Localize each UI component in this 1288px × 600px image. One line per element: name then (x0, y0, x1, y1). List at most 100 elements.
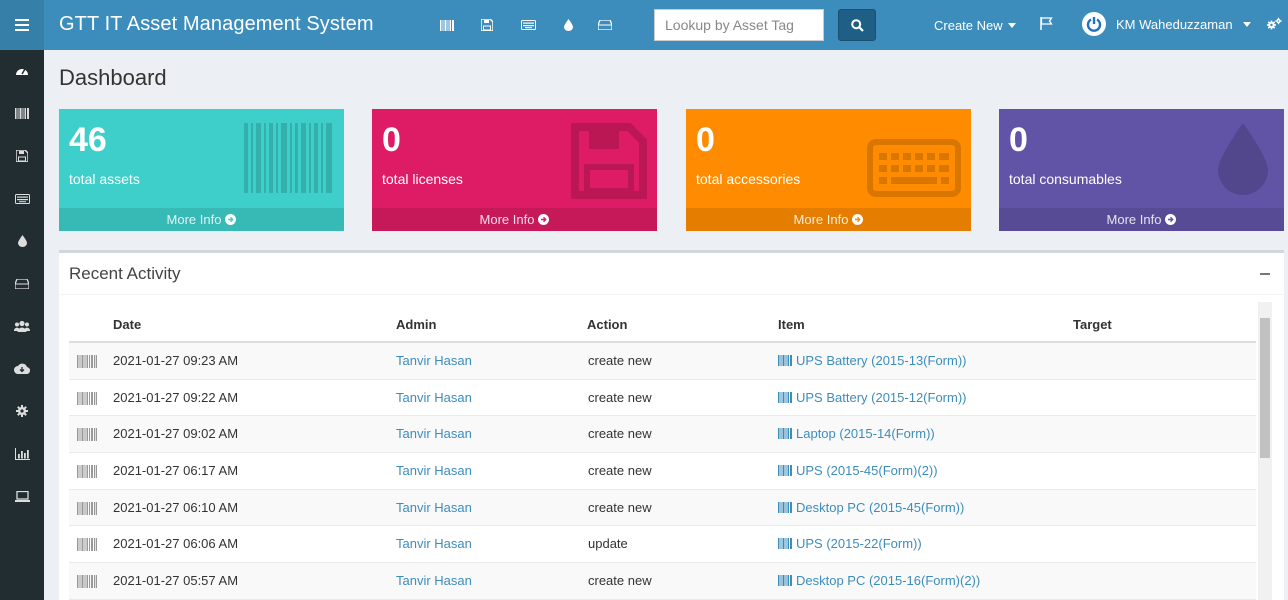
create-new-dropdown[interactable]: Create New (934, 18, 1016, 33)
stat-value: 0 (696, 121, 715, 159)
column-header-action[interactable]: Action (587, 317, 627, 332)
row-item-label: UPS (2015-45(Form)(2)) (796, 463, 938, 479)
sidebar-item-people[interactable] (0, 305, 44, 348)
row-date: 2021-01-27 09:22 AM (113, 389, 239, 405)
licenses-quick-link[interactable] (479, 17, 495, 33)
row-date: 2021-01-27 06:17 AM (113, 463, 239, 479)
stat-value: 0 (1009, 121, 1028, 159)
user-name: KM Waheduzzaman (1116, 16, 1233, 32)
sidebar-item-consumables[interactable] (0, 220, 44, 263)
sidebar-item-import[interactable] (0, 348, 44, 391)
stat-box-consumables: 0 total consumables More Info (999, 109, 1284, 231)
row-admin-link[interactable]: Tanvir Hasan (396, 426, 472, 441)
row-item-label: Desktop PC (2015-45(Form)) (796, 499, 965, 515)
sidebar-item-settings[interactable] (0, 390, 44, 433)
caret-down-icon (1007, 23, 1016, 28)
row-item-link[interactable]: UPS (2015-45(Form)(2)) (778, 463, 938, 478)
sidebar-item-components[interactable] (0, 263, 44, 306)
user-menu[interactable]: KM Waheduzzaman (1082, 12, 1251, 36)
row-admin-link[interactable]: Tanvir Hasan (396, 500, 472, 515)
more-info-link[interactable]: More Info (59, 208, 344, 231)
table-row: 2021-01-27 06:17 AM Tanvir Hasan create ne… (69, 453, 1256, 490)
barcode-icon (77, 501, 97, 515)
accessories-quick-link[interactable] (520, 17, 536, 33)
consumables-quick-link[interactable] (560, 17, 576, 33)
row-action: create new (588, 463, 652, 479)
bar-chart-icon (14, 447, 30, 460)
alerts-button[interactable] (1040, 17, 1053, 35)
assets-quick-link[interactable] (439, 17, 455, 33)
row-item-link[interactable]: UPS Battery (2015-13(Form)) (778, 353, 967, 368)
column-header-target[interactable]: Target (1073, 317, 1112, 332)
barcode-icon (778, 465, 792, 477)
more-info-label: More Info (1106, 212, 1162, 227)
column-header-admin[interactable]: Admin (396, 317, 436, 332)
sidebar-item-assets[interactable] (0, 93, 44, 136)
more-info-link[interactable]: More Info (686, 208, 971, 231)
cloud-download-icon (14, 363, 30, 375)
sidebar-item-requestable[interactable] (0, 475, 44, 518)
column-header-item[interactable]: Item (778, 317, 805, 332)
create-new-label: Create New (934, 18, 1003, 33)
asset-tag-search-input[interactable] (654, 9, 824, 41)
row-date: 2021-01-27 05:57 AM (113, 573, 239, 589)
app-title[interactable]: GTT IT Asset Management System (59, 13, 374, 36)
column-header-date[interactable]: Date (113, 317, 141, 332)
barcode-icon (244, 123, 332, 193)
table-row: 2021-01-27 09:22 AM Tanvir Hasan create ne… (69, 380, 1256, 417)
row-action: update (588, 536, 628, 552)
sidebar-item-licenses[interactable] (0, 135, 44, 178)
more-info-label: More Info (479, 212, 535, 227)
floppy-icon (481, 19, 493, 31)
more-info-label: More Info (166, 212, 222, 227)
tint-icon (563, 19, 573, 31)
scrollbar[interactable] (1258, 302, 1272, 600)
row-item-label: Desktop PC (2015-16(Form)(2)) (796, 573, 981, 589)
hdd-icon (15, 278, 29, 289)
row-admin-link[interactable]: Tanvir Hasan (396, 390, 472, 405)
barcode-icon (77, 391, 97, 405)
barcode-icon (77, 538, 97, 552)
row-date: 2021-01-27 06:06 AM (113, 536, 239, 552)
barcode-icon (778, 538, 792, 550)
more-info-link[interactable]: More Info (999, 208, 1284, 231)
row-admin-link[interactable]: Tanvir Hasan (396, 463, 472, 478)
menu-icon (15, 19, 29, 31)
row-type-icon (77, 465, 97, 481)
row-item-link[interactable]: Laptop (2015-14(Form)) (778, 426, 935, 441)
row-item-label: Laptop (2015-14(Form)) (796, 426, 935, 442)
stat-label: total assets (69, 171, 140, 187)
sidebar-item-dashboard[interactable] (0, 50, 44, 93)
users-icon (14, 321, 30, 333)
table-row: 2021-01-27 09:02 AM Tanvir Hasan create ne… (69, 416, 1256, 454)
recent-activity-panel: Recent Activity Date Admin Action Item T… (59, 250, 1284, 600)
gears-icon (1267, 17, 1282, 30)
sidebar-item-reports[interactable] (0, 433, 44, 476)
row-item-link[interactable]: UPS (2015-22(Form)) (778, 536, 922, 551)
sidebar-item-accessories[interactable] (0, 178, 44, 221)
row-item-link[interactable]: Desktop PC (2015-45(Form)) (778, 500, 964, 515)
table-row: 2021-01-27 05:57 AM Tanvir Hasan create ne… (69, 563, 1256, 600)
panel-title: Recent Activity (69, 264, 181, 283)
row-action: create new (588, 573, 652, 589)
row-item-link[interactable]: Desktop PC (2015-16(Form)(2)) (778, 573, 980, 588)
table-row: 2021-01-27 09:23 AM Tanvir Hasan create ne… (69, 343, 1256, 380)
row-admin-link[interactable]: Tanvir Hasan (396, 353, 472, 368)
row-type-icon (77, 538, 97, 554)
row-type-icon (77, 391, 97, 408)
page-title: Dashboard (59, 65, 167, 90)
collapse-button[interactable] (1260, 273, 1270, 275)
scrollbar-thumb[interactable] (1260, 318, 1270, 458)
admin-settings-button[interactable] (1266, 17, 1282, 36)
more-info-link[interactable]: More Info (372, 208, 657, 231)
barcode-icon (77, 575, 97, 589)
row-item-link[interactable]: UPS Battery (2015-12(Form)) (778, 390, 967, 405)
row-admin-link[interactable]: Tanvir Hasan (396, 573, 472, 588)
components-quick-link[interactable] (597, 17, 613, 33)
tint-icon (1218, 123, 1268, 195)
sidebar-toggle-button[interactable] (0, 0, 44, 50)
table-body: 2021-01-27 09:23 AM Tanvir Hasan create ne… (69, 343, 1256, 600)
row-admin-link[interactable]: Tanvir Hasan (396, 536, 472, 551)
row-action: create new (588, 389, 652, 405)
search-button[interactable] (838, 9, 876, 41)
